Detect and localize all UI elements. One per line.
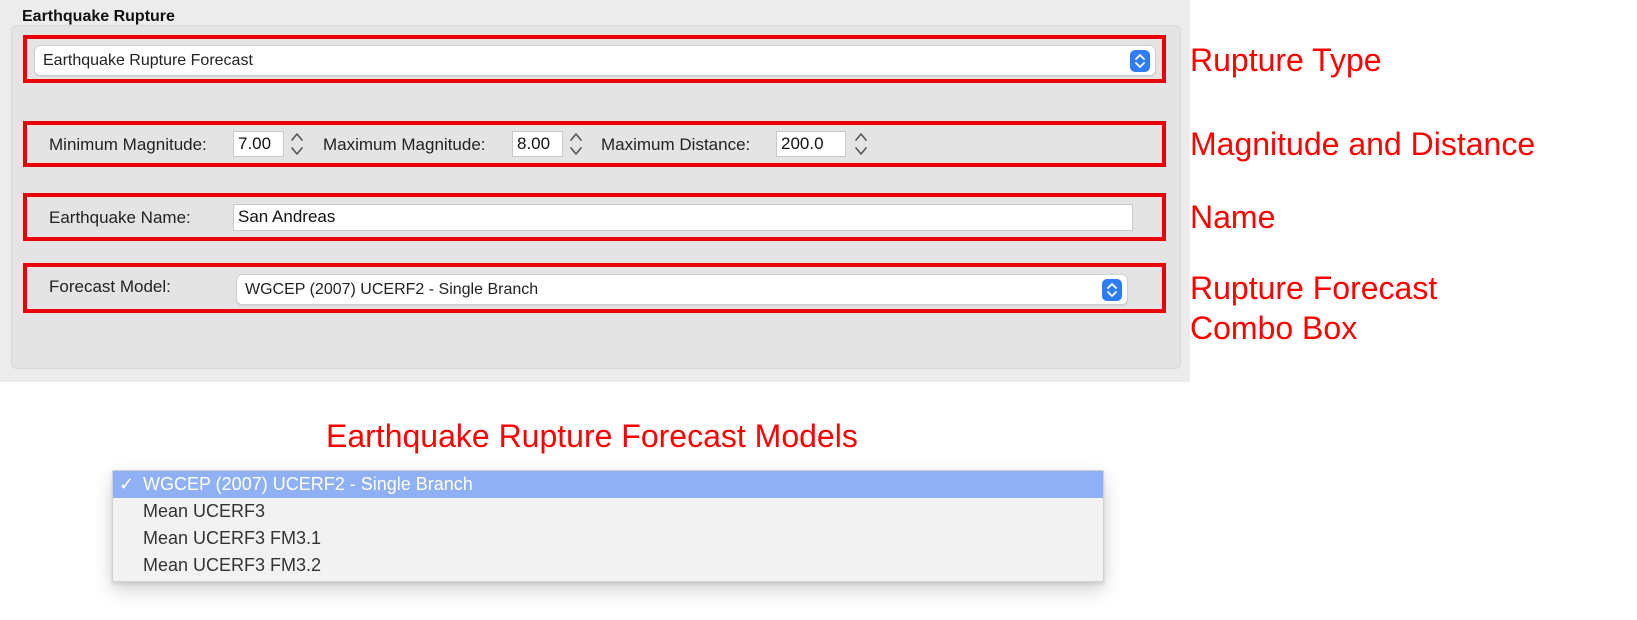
dropdown-item-label: Mean UCERF3 FM3.1 <box>143 528 322 548</box>
dropdown-item-label: Mean UCERF3 <box>143 501 266 521</box>
name-highlight <box>23 193 1166 241</box>
dropdown-item[interactable]: Mean UCERF3 FM3.1 <box>113 525 1103 552</box>
dropdown-item-label: WGCEP (2007) UCERF2 - Single Branch <box>143 474 473 494</box>
dropdown-item[interactable]: ✓ WGCEP (2007) UCERF2 - Single Branch <box>113 471 1103 498</box>
rupture-type-highlight <box>23 35 1166 83</box>
magnitude-distance-highlight <box>23 121 1166 167</box>
group-title: Earthquake Rupture <box>22 8 175 25</box>
forecast-model-highlight <box>23 263 1166 313</box>
annotation-rupture-type: Rupture Type <box>1190 42 1382 78</box>
dropdown-item-label: Mean UCERF3 FM3.2 <box>143 555 322 575</box>
annotation-combo-line2: Combo Box <box>1190 310 1358 346</box>
checkmark-icon: ✓ <box>119 474 135 494</box>
dropdown-item[interactable]: Mean UCERF3 <box>113 498 1103 525</box>
annotation-combo-line1: Rupture Forecast <box>1190 270 1438 306</box>
annotation-models-title: Earthquake Rupture Forecast Models <box>326 418 858 454</box>
annotation-magnitude-distance: Magnitude and Distance <box>1190 126 1536 162</box>
dropdown-item[interactable]: Mean UCERF3 FM3.2 <box>113 552 1103 579</box>
annotation-name: Name <box>1190 199 1276 235</box>
forecast-models-dropdown: ✓ WGCEP (2007) UCERF2 - Single Branch Me… <box>112 470 1104 582</box>
